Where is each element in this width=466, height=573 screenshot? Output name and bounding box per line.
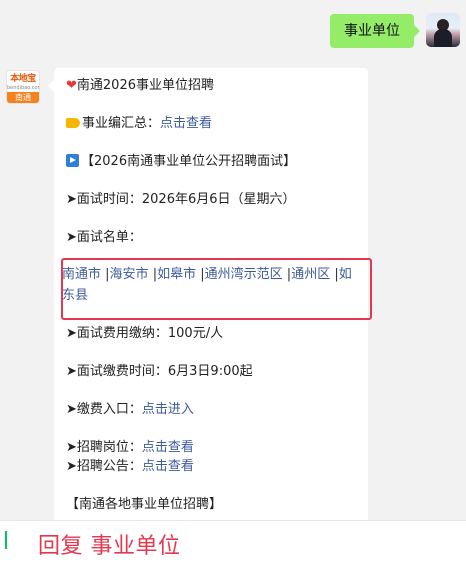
chat-area: 事业单位 本地宝 bendibao.com 南通 ❤南通2026事业单位招聘 事… bbox=[0, 0, 466, 520]
interview-name-list: 南通市 |海安市 |如皋市 |通州湾示范区 |通州区 |如东县 bbox=[62, 264, 358, 306]
name-list-link-nantong[interactable]: 南通市 bbox=[62, 267, 101, 282]
reply-input-bar[interactable]: 回复 事业单位 bbox=[0, 520, 466, 573]
message-title: 南通2026事业单位招聘 bbox=[76, 78, 214, 93]
heart-icon: ❤ bbox=[66, 78, 77, 93]
name-list-link-tongzhou[interactable]: 通州区 bbox=[291, 267, 330, 282]
interview-list-label: ➤面试名单： bbox=[66, 230, 142, 245]
notice-line: ➤招聘公告：点击查看 bbox=[66, 457, 194, 476]
summary-label: 事业编汇总： bbox=[82, 116, 161, 131]
positions-label: ➤招聘岗位： bbox=[66, 440, 142, 455]
user-avatar[interactable] bbox=[426, 13, 460, 47]
official-account-avatar[interactable]: 本地宝 bendibao.com 南通 bbox=[6, 70, 40, 104]
message-bubble: ❤南通2026事业单位招聘 事业编汇总：点击查看 【2026南通事业单位公开招聘… bbox=[48, 68, 368, 520]
notice-label: ➤招聘公告： bbox=[66, 459, 142, 474]
fee-entry-link[interactable]: 点击进入 bbox=[142, 402, 194, 417]
positions-line: ➤招聘岗位：点击查看 bbox=[66, 438, 194, 457]
text-cursor bbox=[5, 531, 7, 549]
reply-text: 回复 事业单位 bbox=[38, 534, 181, 559]
fee-entry-label: ➤缴费入口： bbox=[66, 402, 142, 417]
local-heading: 【南通各地事业单位招聘】 bbox=[66, 497, 223, 512]
summary-line: 事业编汇总：点击查看 bbox=[66, 114, 212, 133]
fee-line: ➤面试费用缴纳：100元/人 bbox=[66, 326, 224, 341]
avatar-domain-text: bendibao.com bbox=[7, 85, 40, 91]
interview-time: ➤面试时间：2026年6月6日（星期六） bbox=[66, 192, 296, 207]
fee-time-line: ➤面试缴费时间：6月3日9:00起 bbox=[66, 364, 253, 379]
name-list-link-rugao[interactable]: 如皋市 bbox=[157, 267, 196, 282]
name-list-link-tongzhouwan[interactable]: 通州湾示范区 bbox=[205, 267, 283, 282]
avatar-body-shape bbox=[434, 29, 452, 47]
message-title-line: ❤南通2026事业单位招聘 bbox=[66, 76, 214, 95]
positions-link[interactable]: 点击查看 bbox=[142, 440, 194, 455]
pointing-hand-icon bbox=[66, 118, 80, 128]
play-icon bbox=[66, 154, 79, 167]
avatar-city-text: 南通 bbox=[7, 92, 39, 103]
notice-link[interactable]: 点击查看 bbox=[142, 459, 194, 474]
section-heading: 【2026南通事业单位公开招聘面试】 bbox=[81, 154, 297, 169]
user-message-bubble[interactable]: 事业单位 bbox=[330, 14, 420, 48]
section-heading-line: 【2026南通事业单位公开招聘面试】 bbox=[66, 152, 296, 171]
fee-entry-line: ➤缴费入口：点击进入 bbox=[66, 400, 194, 419]
name-list-link-haian[interactable]: 海安市 bbox=[110, 267, 149, 282]
avatar-brand-text: 本地宝 bbox=[10, 74, 36, 84]
summary-link[interactable]: 点击查看 bbox=[160, 116, 212, 131]
